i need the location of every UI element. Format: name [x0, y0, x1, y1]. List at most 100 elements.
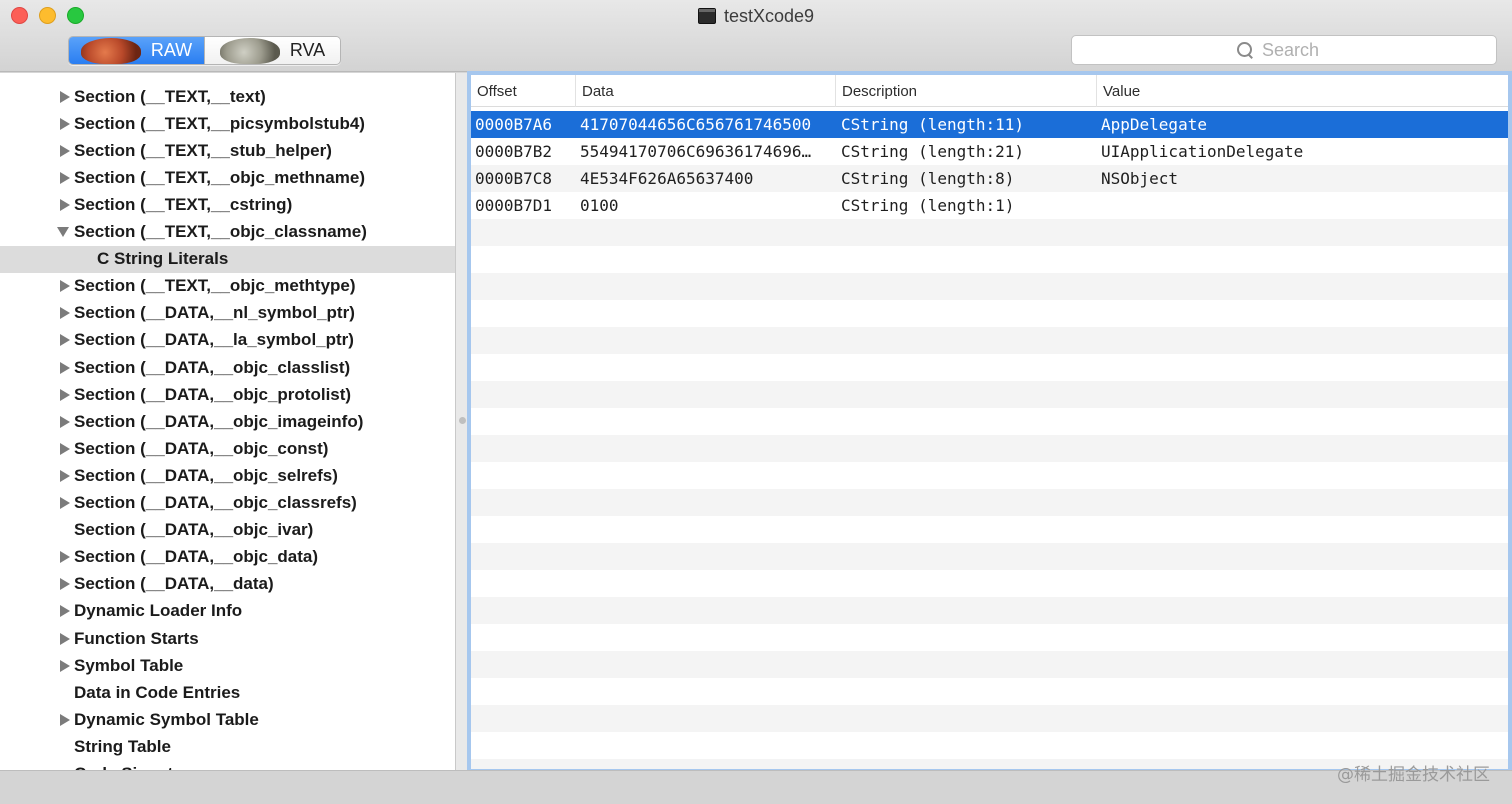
outline-item-label: Section (__DATA,__nl_symbol_ptr): [74, 303, 355, 323]
table-empty-row: [471, 246, 1508, 273]
outline-item[interactable]: Section (__DATA,__objc_const): [0, 435, 455, 462]
table-empty-row: [471, 408, 1508, 435]
column-header-offset[interactable]: Offset: [471, 75, 576, 107]
offset-cell: 0000B7A6: [475, 115, 553, 134]
disclosure-triangle-closed-icon[interactable]: [60, 198, 70, 211]
outline-item[interactable]: Symbol Table: [0, 652, 455, 679]
table-empty-row: [471, 489, 1508, 516]
outline-item[interactable]: Data in Code Entries: [0, 679, 455, 706]
data-cell: 55494170706C69636174696…: [580, 142, 812, 161]
table-row[interactable]: 0000B7C8 4E534F626A65637400 CString (lengt…: [471, 165, 1508, 192]
table-row[interactable]: 0000B7A6 41707044656C656761746500 CString …: [471, 111, 1508, 138]
outline-item[interactable]: Section (__TEXT,__objc_classname): [0, 219, 455, 246]
outline-item[interactable]: Section (__DATA,__objc_data): [0, 544, 455, 571]
outline-item[interactable]: Section (__DATA,__objc_ivar): [0, 517, 455, 544]
rva-image-icon: [219, 37, 280, 64]
outline-item-label: Section (__DATA,__data): [74, 574, 274, 594]
outline-item-label: String Table: [74, 736, 171, 756]
disclosure-triangle-closed-icon[interactable]: [60, 388, 70, 401]
outline-item[interactable]: Section (__DATA,__objc_protolist): [0, 381, 455, 408]
table-empty-row: [471, 543, 1508, 570]
disclosure-triangle-closed-icon[interactable]: [60, 659, 70, 672]
outline-item[interactable]: Section (__TEXT,__text): [0, 83, 455, 110]
data-cell: 0100: [580, 196, 619, 215]
table-empty-row: [471, 678, 1508, 705]
outline-item[interactable]: Section (__DATA,__objc_classlist): [0, 354, 455, 381]
window-titlebar: testXcode9 RAW RVA: [0, 0, 1512, 72]
raw-image-icon: [80, 37, 141, 64]
outline-item-label: Section (__DATA,__objc_ivar): [74, 520, 314, 540]
value-cell: [1101, 192, 1506, 219]
table-empty-row: [471, 354, 1508, 381]
outline-item[interactable]: Dynamic Symbol Table: [0, 706, 455, 733]
table-empty-row: [471, 435, 1508, 462]
outline-item[interactable]: Dynamic Loader Info: [0, 598, 455, 625]
outline-item[interactable]: Section (__DATA,__objc_selrefs): [0, 462, 455, 489]
outline-item[interactable]: Section (__TEXT,__picsymbolstub4): [0, 110, 455, 137]
outline-item[interactable]: Section (__TEXT,__objc_methtype): [0, 273, 455, 300]
outline-item[interactable]: Section (__DATA,__objc_imageinfo): [0, 408, 455, 435]
table-empty-row: [471, 462, 1508, 489]
column-header-data[interactable]: Data: [576, 75, 836, 107]
terminal-document-icon: [697, 8, 716, 24]
search-icon: [1236, 41, 1254, 59]
disclosure-triangle-closed-icon[interactable]: [60, 442, 70, 455]
outline-item[interactable]: Code Signature: [0, 761, 455, 770]
table-empty-row: [471, 597, 1508, 624]
outline-item-label: Dynamic Symbol Table: [74, 709, 259, 729]
disclosure-triangle-closed-icon[interactable]: [60, 415, 70, 428]
disclosure-triangle-closed-icon[interactable]: [60, 497, 70, 509]
outline-item[interactable]: String Table: [0, 733, 455, 760]
search-input[interactable]: [1262, 39, 1332, 61]
table-empty-row: [471, 624, 1508, 651]
disclosure-triangle-closed-icon[interactable]: [60, 334, 70, 347]
disclosure-triangle-closed-icon[interactable]: [60, 632, 70, 645]
outline-item[interactable]: Section (__DATA,__data): [0, 571, 455, 598]
disclosure-triangle-closed-icon[interactable]: [60, 578, 70, 591]
disclosure-triangle-closed-icon[interactable]: [60, 605, 70, 618]
outline-item[interactable]: C String Literals: [0, 245, 455, 273]
outline-item[interactable]: Section (__TEXT,__objc_methname): [0, 164, 455, 191]
outline-item-label: Section (__DATA,__objc_protolist): [74, 384, 352, 404]
table-empty-row: [471, 327, 1508, 354]
disclosure-triangle-closed-icon[interactable]: [60, 280, 70, 293]
disclosure-triangle-closed-icon[interactable]: [60, 307, 70, 320]
table-empty-row: [471, 516, 1508, 543]
outline-item[interactable]: Section (__DATA,__la_symbol_ptr): [0, 327, 455, 354]
column-header-value[interactable]: Value: [1097, 75, 1508, 107]
offset-cell: 0000B7B2: [475, 142, 553, 161]
rva-mode-button[interactable]: RVA: [204, 37, 340, 64]
column-header-description[interactable]: Description: [836, 75, 1097, 107]
search-field[interactable]: [1071, 35, 1497, 65]
outline-item[interactable]: Section (__TEXT,__stub_helper): [0, 137, 455, 164]
disclosure-triangle-closed-icon[interactable]: [60, 551, 70, 564]
table-empty-row: [471, 219, 1508, 246]
value-cell: UIApplicationDelegate: [1101, 142, 1304, 161]
outline-sidebar[interactable]: Section (__TEXT,__text) Section (__TEXT,_…: [0, 73, 456, 770]
outline-item-label: Section (__DATA,__objc_classrefs): [74, 493, 357, 512]
disclosure-triangle-closed-icon[interactable]: [60, 171, 70, 184]
outline-item[interactable]: Section (__DATA,__nl_symbol_ptr): [0, 300, 455, 327]
table-header: Offset Data Description Value: [471, 75, 1508, 107]
address-mode-segmented-control: RAW RVA: [68, 36, 341, 65]
disclosure-triangle-closed-icon[interactable]: [60, 713, 70, 726]
disclosure-triangle-closed-icon[interactable]: [60, 90, 70, 103]
table-empty-row: [471, 570, 1508, 597]
table-row[interactable]: 0000B7B2 55494170706C69636174696… CString …: [471, 138, 1508, 165]
disclosure-triangle-closed-icon[interactable]: [60, 144, 70, 157]
raw-mode-button[interactable]: RAW: [69, 37, 204, 64]
divider-handle-icon[interactable]: [459, 417, 466, 424]
outline-item-label: Section (__TEXT,__picsymbolstub4): [74, 113, 365, 133]
disclosure-triangle-closed-icon[interactable]: [60, 469, 70, 482]
outline-item[interactable]: Section (__DATA,__objc_classrefs): [0, 490, 455, 517]
outline-item[interactable]: Function Starts: [0, 625, 455, 652]
table-empty-row: [471, 651, 1508, 678]
value-cell: AppDelegate: [1101, 115, 1207, 134]
outline-item[interactable]: Section (__TEXT,__cstring): [0, 191, 455, 218]
disclosure-triangle-closed-icon[interactable]: [60, 117, 70, 130]
table-row[interactable]: 0000B7D1 0100 CString (length:1): [471, 192, 1508, 219]
data-table[interactable]: Offset Data Description Value 0000B7A6 41…: [467, 71, 1512, 773]
disclosure-triangle-open-icon[interactable]: [57, 227, 69, 237]
bottom-status-bar: [0, 770, 1512, 804]
disclosure-triangle-closed-icon[interactable]: [60, 361, 70, 374]
